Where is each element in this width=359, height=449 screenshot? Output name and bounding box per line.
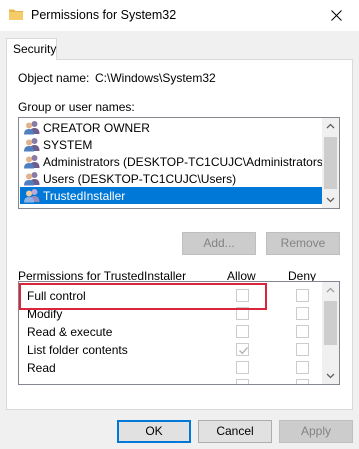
permission-row: List folder contents (19, 341, 323, 359)
ok-button[interactable]: OK (117, 420, 191, 443)
folder-icon (9, 9, 23, 20)
scroll-up-icon[interactable] (322, 118, 339, 135)
list-item[interactable]: CREATOR OWNER (20, 119, 323, 136)
list-item-selected[interactable]: TrustedInstaller (20, 187, 323, 204)
permission-row (19, 377, 323, 384)
object-name-label: Object name: (18, 71, 90, 85)
permission-row: Modify (19, 305, 323, 323)
list-item[interactable]: Users (DESKTOP-TC1CUJC\Users) (20, 170, 323, 187)
scroll-thumb[interactable] (324, 137, 337, 189)
permission-row: Read (19, 359, 323, 377)
group-user-list[interactable]: CREATOR OWNER SYSTEM Administrators (DES… (18, 117, 340, 209)
scroll-down-icon[interactable] (322, 367, 339, 384)
list-item-label: CREATOR OWNER (43, 121, 150, 135)
user-group-icon (24, 138, 40, 152)
user-group-icon (24, 189, 40, 203)
allow-checkbox[interactable] (236, 289, 249, 302)
cancel-button[interactable]: Cancel (198, 420, 272, 443)
deny-checkbox[interactable] (296, 379, 309, 384)
object-name-value: C:\Windows\System32 (95, 71, 216, 85)
list-item[interactable]: Administrators (DESKTOP-TC1CUJC\Administ… (20, 153, 327, 170)
permissions-list: Full control Modify Read & execute List … (18, 281, 340, 385)
permission-row: Full control (19, 287, 323, 305)
deny-checkbox[interactable] (296, 361, 309, 374)
security-panel: Object name: C:\Windows\System32 Group o… (6, 59, 353, 410)
close-button[interactable] (313, 0, 359, 31)
deny-checkbox[interactable] (296, 343, 309, 356)
allow-checkbox[interactable] (236, 379, 249, 384)
list-item[interactable]: SYSTEM (20, 136, 323, 153)
title-bar: Permissions for System32 (0, 0, 359, 31)
apply-button[interactable]: Apply (279, 420, 353, 443)
checkmark-icon (239, 347, 249, 355)
add-button[interactable]: Add... (182, 232, 256, 255)
user-group-icon (24, 155, 40, 169)
list-item-label: TrustedInstaller (43, 189, 126, 203)
permission-name: List folder contents (27, 343, 128, 357)
permission-name: Read (27, 361, 56, 375)
list-item-label: SYSTEM (43, 138, 93, 152)
user-group-icon (24, 121, 40, 135)
tab-security[interactable]: Security (6, 38, 57, 60)
scroll-thumb[interactable] (324, 301, 337, 345)
permissions-scrollbar[interactable] (322, 282, 339, 384)
permission-name: Read & execute (27, 325, 113, 339)
deny-checkbox[interactable] (296, 307, 309, 320)
remove-button[interactable]: Remove (266, 232, 340, 255)
permission-name: Modify (27, 307, 63, 321)
user-group-icon (24, 172, 40, 186)
deny-checkbox[interactable] (296, 289, 309, 302)
group-list-scrollbar[interactable] (322, 118, 339, 208)
window-title: Permissions for System32 (31, 8, 177, 22)
group-names-label: Group or user names: (18, 100, 135, 114)
allow-checkbox[interactable] (236, 307, 249, 320)
deny-checkbox[interactable] (296, 325, 309, 338)
list-item-label: Users (DESKTOP-TC1CUJC\Users) (43, 172, 237, 186)
permission-row: Read & execute (19, 323, 323, 341)
list-item-label: Administrators (DESKTOP-TC1CUJC\Administ… (43, 155, 327, 169)
scroll-down-icon[interactable] (322, 191, 339, 208)
allow-checkbox[interactable] (236, 361, 249, 374)
allow-checkbox-checked[interactable] (236, 343, 249, 356)
allow-checkbox[interactable] (236, 325, 249, 338)
permission-name: Full control (27, 289, 86, 303)
close-icon (331, 10, 342, 21)
scroll-up-icon[interactable] (322, 282, 339, 299)
tab-security-label: Security (13, 42, 57, 56)
